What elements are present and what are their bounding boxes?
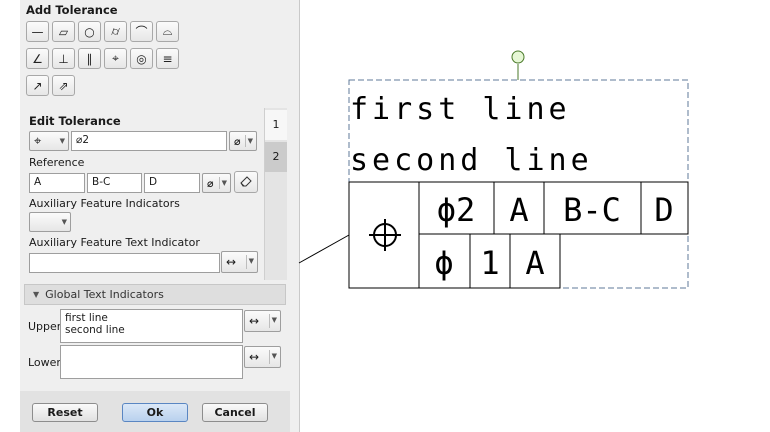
leader-line: [298, 234, 350, 264]
rotation-handle[interactable]: [511, 50, 525, 64]
frame-cell-diameter: ϕ: [434, 244, 453, 282]
frame-cell-datum: A: [525, 244, 544, 282]
upper-text-line-2: second line: [350, 143, 593, 178]
frame-cell-tolerance: ϕ2: [437, 191, 476, 229]
frame-cell-datum-bc: B-C: [563, 191, 621, 229]
position-symbol-icon: [369, 219, 401, 251]
frame-cell-value: 1: [480, 244, 499, 282]
upper-text-line-1: first line: [350, 92, 571, 127]
frame-cell-datum-d: D: [654, 191, 673, 229]
drawing-canvas: first line second line ϕ2 A B-C D ϕ 1 A: [298, 50, 689, 289]
frame-cell-datum-a: A: [509, 191, 528, 229]
